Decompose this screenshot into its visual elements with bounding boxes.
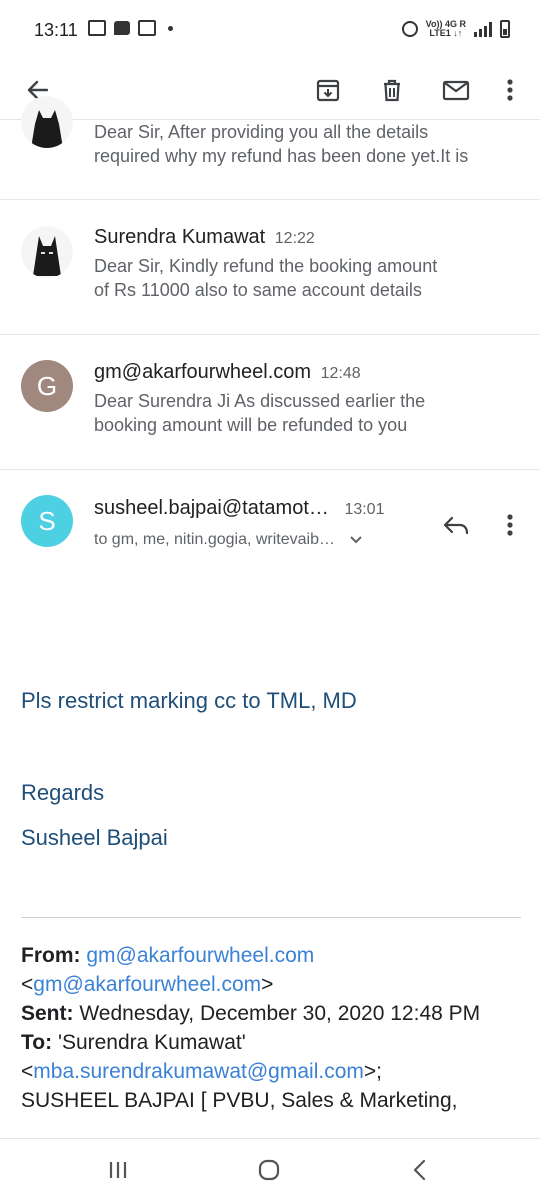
- gallery-notification-icon: [88, 20, 106, 36]
- recent-apps-icon: [109, 1162, 127, 1178]
- reply-icon: [443, 516, 469, 535]
- status-time: 13:11: [34, 20, 78, 40]
- quoted-continuation: SUSHEEL BAJPAI [ PVBU, Sales & Marketing…: [21, 1089, 458, 1112]
- to-label: To:: [21, 1031, 53, 1054]
- mark-unread-button[interactable]: [436, 70, 476, 110]
- more-vert-icon: [507, 514, 513, 536]
- snippet-line: of Rs 11000 also to same account details: [94, 280, 422, 300]
- system-icons: Vo)) 4G R LTE1 ↓↑: [401, 20, 510, 38]
- network-indicator: Vo)) 4G R LTE1 ↓↑: [426, 20, 466, 38]
- to-name: 'Surendra Kumawat': [57, 1031, 246, 1054]
- quote-divider: [21, 917, 521, 918]
- avatar: G: [21, 360, 73, 412]
- snippet-line: required why my refund has been done yet…: [94, 146, 469, 166]
- message-time: 12:48: [320, 365, 361, 382]
- recent-apps-button[interactable]: [98, 1150, 138, 1190]
- from-email-link[interactable]: gm@akarfourwheel.com: [86, 944, 314, 967]
- snippet-line: Dear Surendra Ji As discussed earlier th…: [94, 391, 426, 411]
- snippet-line: booking amount will be refunded to you: [94, 415, 408, 435]
- status-bar: 13:11 Vo)) 4G R LTE1 ↓↑: [0, 0, 540, 60]
- sent-value: Wednesday, December 30, 2020 12:48 PM: [79, 1002, 481, 1025]
- quoted-header: From: gm@akarfourwheel.com <gm@akarfourw…: [21, 941, 521, 1137]
- snippet-line: Dear Sir, Kindly refund the booking amou…: [94, 256, 438, 276]
- recipients-label: to gm, me, nitin.gogia, writevaib…: [94, 531, 335, 548]
- archive-button[interactable]: [308, 70, 348, 110]
- battery-icon: [500, 20, 510, 38]
- archive-icon: [316, 79, 340, 102]
- delete-button[interactable]: [372, 70, 412, 110]
- avatar: [21, 226, 73, 278]
- more-notifications-icon: [168, 25, 173, 31]
- expanded-message-header: S susheel.bajpai@tatamot… 13:01 to gm, m…: [0, 470, 540, 580]
- avatar: [21, 96, 73, 148]
- batman-avatar-icon: [21, 226, 73, 278]
- message-snippet: Dear Surendra Ji As discussed earlier th…: [94, 389, 514, 437]
- to-email-link[interactable]: mba.surendrakumawat@gmail.com: [33, 1060, 364, 1083]
- sender-name: gm@akarfourwheel.com 12:48: [94, 361, 361, 384]
- signal-icon: [474, 21, 492, 37]
- sent-label: Sent:: [21, 1002, 74, 1025]
- notification-icons: [88, 20, 173, 36]
- sender-name[interactable]: susheel.bajpai@tatamot… 13:01: [94, 497, 384, 520]
- back-chevron-icon: [413, 1159, 426, 1181]
- from-label: From:: [21, 944, 81, 967]
- navigation-bar: [0, 1138, 540, 1200]
- network-sub-label: LTE1 ↓↑: [429, 28, 463, 38]
- avatar[interactable]: S: [21, 495, 73, 547]
- thread-message-collapsed[interactable]: G gm@akarfourwheel.com 12:48 Dear Surend…: [0, 335, 540, 470]
- message-snippet: Dear Sir, Kindly refund the booking amou…: [94, 254, 514, 302]
- more-vert-icon: [507, 79, 513, 101]
- toolbar: [0, 60, 540, 120]
- sender-name: Surendra Kumawat 12:22: [94, 226, 315, 249]
- alarm-icon: [401, 21, 418, 37]
- thread-message-collapsed[interactable]: Surendra Kumawat 12:22 Dear Sir, Kindly …: [0, 200, 540, 335]
- batman-avatar-icon: [21, 96, 73, 148]
- message-notification-icon: [114, 21, 130, 35]
- recipients-toggle[interactable]: to gm, me, nitin.gogia, writevaib…: [94, 531, 363, 549]
- signature-text: Susheel Bajpai: [21, 825, 168, 850]
- delete-icon: [384, 79, 400, 102]
- calculator-notification-icon: [138, 20, 156, 36]
- from-email-link[interactable]: gm@akarfourwheel.com: [33, 973, 261, 996]
- sender-label: Surendra Kumawat: [94, 226, 266, 248]
- snippet-line: Dear Sir, After providing you all the de…: [94, 122, 429, 142]
- message-snippet: Dear Sir, After providing you all the de…: [94, 120, 514, 168]
- home-button[interactable]: [249, 1150, 289, 1190]
- more-options-button[interactable]: [490, 70, 530, 110]
- home-icon: [258, 1159, 280, 1181]
- message-more-button[interactable]: [490, 506, 530, 546]
- avatar-letter: G: [36, 370, 58, 401]
- body-text: Pls restrict marking cc to TML, MD: [21, 688, 357, 713]
- thread-message-collapsed[interactable]: Dear Sir, After providing you all the de…: [0, 96, 540, 200]
- sender-label: gm@akarfourwheel.com: [94, 361, 312, 383]
- sender-label: susheel.bajpai@tatamot…: [94, 497, 329, 519]
- message-time: 12:22: [274, 230, 315, 247]
- mark-unread-icon: [442, 80, 470, 101]
- reply-button[interactable]: [436, 506, 476, 546]
- system-back-button[interactable]: [400, 1150, 440, 1190]
- regards-text: Regards: [21, 780, 105, 805]
- avatar-letter: S: [38, 505, 56, 536]
- chevron-down-icon: [350, 536, 363, 544]
- message-time: 13:01: [344, 501, 385, 518]
